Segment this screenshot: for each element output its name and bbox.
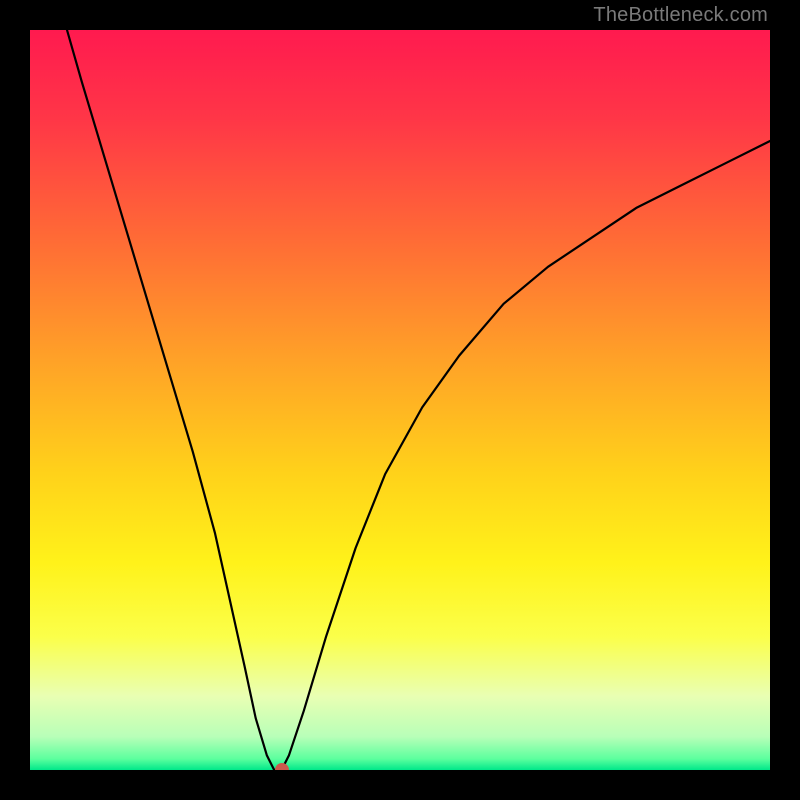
bottleneck-curve-path	[67, 30, 770, 770]
curve-layer	[30, 30, 770, 770]
plot-area	[30, 30, 770, 770]
chart-frame: TheBottleneck.com	[0, 0, 800, 800]
watermark-text: TheBottleneck.com	[593, 4, 768, 27]
optimal-point-marker	[275, 763, 289, 770]
